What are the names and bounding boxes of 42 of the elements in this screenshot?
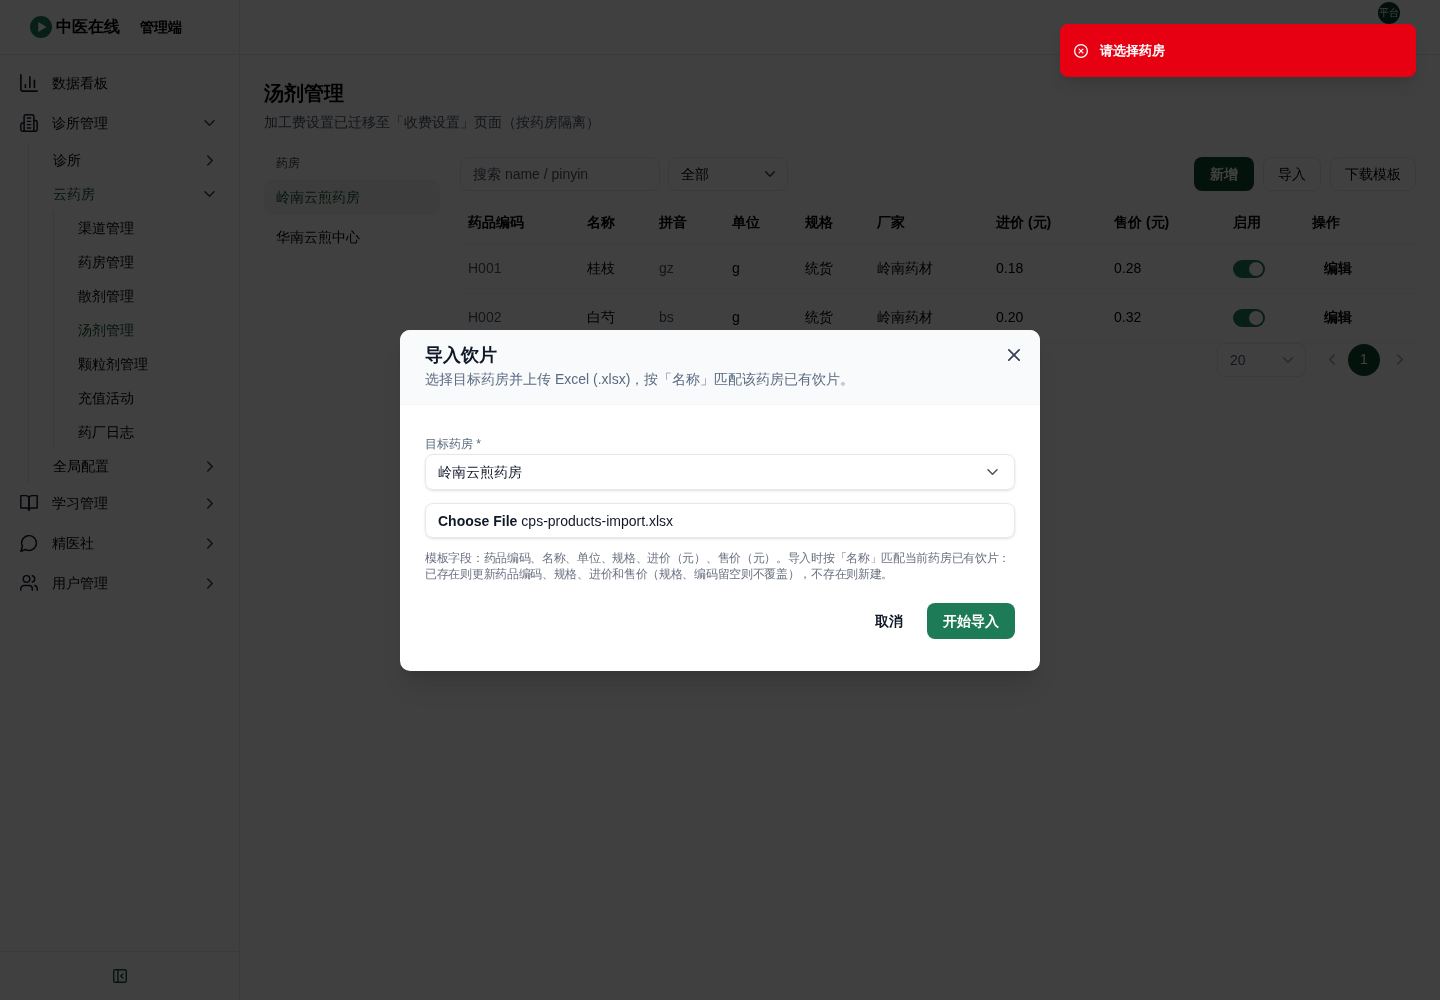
pharmacy-select[interactable]: 岭南云煎药房 — [425, 454, 1015, 490]
start-import-button[interactable]: 开始导入 — [927, 603, 1015, 639]
table-cell: 0.28 — [1114, 260, 1142, 276]
column-header: 厂家 — [877, 214, 905, 231]
table-cell: 0.20 — [996, 309, 1024, 325]
app-label: 管理端 — [140, 18, 182, 37]
page-title: 汤剂管理 — [264, 81, 345, 106]
column-header: 规格 — [805, 214, 833, 231]
column-header: 启用 — [1233, 214, 1261, 231]
table-cell: 桂枝 — [587, 260, 615, 276]
column-header: 名称 — [587, 214, 615, 231]
dialog-description: 选择目标药房并上传 Excel (.xlsx)，按「名称」匹配该药房已有饮片。 — [425, 370, 855, 389]
toast-message: 请选择药房 — [1100, 41, 1165, 60]
column-header: 售价 (元) — [1114, 214, 1170, 231]
column-header: 拼音 — [659, 214, 687, 231]
close-icon — [1008, 349, 1020, 361]
choose-file-button[interactable]: Choose File — [438, 510, 518, 531]
close-button[interactable] — [1008, 349, 1020, 361]
table-cell: 岭南药材 — [877, 309, 933, 325]
file-name: cps-products-import.xlsx — [521, 511, 674, 531]
help-text: 模板字段：药品编码、名称、单位、规格、进价（元）、售价（元）。导入时按「名称」匹配当前药房已有饮片：已存在则更新药品编码、规格、进价和售价（规格、编码留空则不覆盖），不存在则新建。 — [425, 550, 1011, 582]
table-cell: 0.32 — [1114, 309, 1142, 325]
logo-text: 中医在线 — [56, 17, 120, 37]
field-label: 目标药房 * — [425, 436, 481, 452]
column-header: 操作 — [1312, 214, 1340, 231]
table-cell: 岭南药材 — [877, 260, 933, 276]
edit-button[interactable]: 编辑 — [1312, 301, 1364, 334]
table-cell: 统货 — [805, 309, 833, 325]
cancel-button[interactable]: 取消 — [863, 603, 915, 639]
column-header: 药品编码 — [468, 214, 524, 231]
file-input[interactable]: Choose File cps-products-import.xlsx — [425, 503, 1015, 538]
edit-button[interactable]: 编辑 — [1312, 252, 1364, 285]
column-header: 单位 — [732, 214, 760, 231]
table-cell: 0.18 — [996, 260, 1024, 276]
table-cell: g — [732, 309, 740, 325]
chevron-down-icon — [987, 469, 998, 475]
table-cell: 统货 — [805, 260, 833, 276]
table-cell: 白芍 — [587, 309, 615, 325]
table-cell: g — [732, 260, 740, 276]
error-circle-icon — [1074, 43, 1088, 58]
column-header: 进价 (元) — [996, 214, 1052, 231]
dialog-title: 导入饮片 — [425, 344, 497, 367]
